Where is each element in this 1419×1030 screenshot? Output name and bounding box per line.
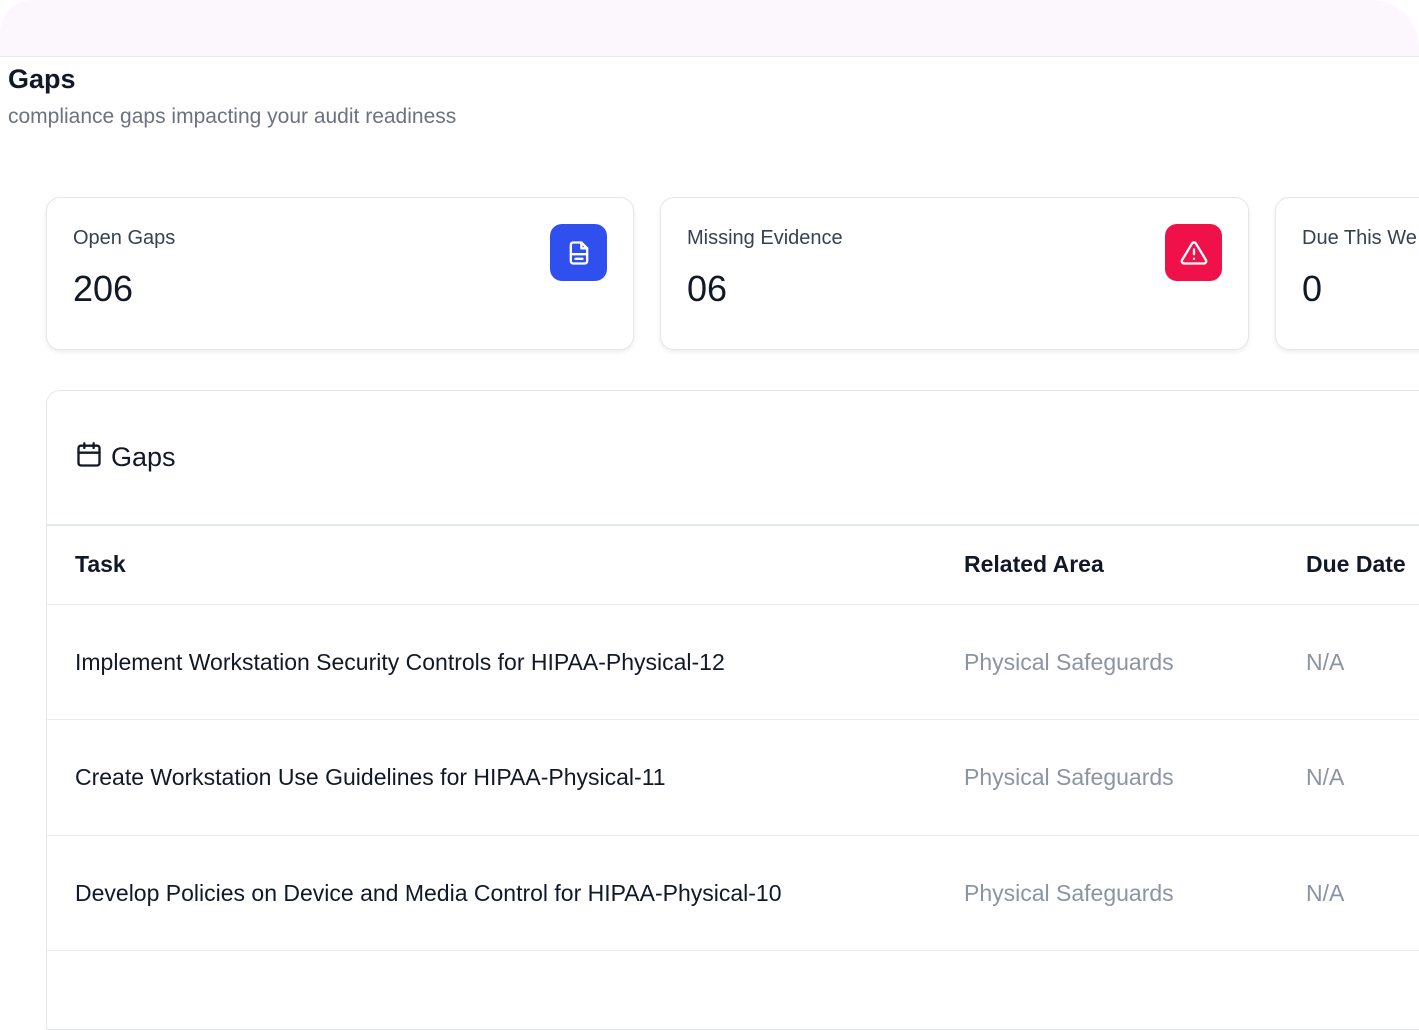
alert-triangle-icon: [1165, 224, 1222, 281]
gaps-panel-header: Gaps: [75, 441, 176, 474]
related-area-cell: Physical Safeguards: [964, 764, 1174, 790]
related-area-cell: Physical Safeguards: [964, 880, 1174, 906]
page-subtitle: compliance gaps impacting your audit rea…: [8, 105, 457, 128]
calendar-icon: [75, 441, 103, 474]
open-gaps-value: 206: [73, 268, 134, 309]
due-this-week-card: Due This We 0: [1275, 197, 1419, 350]
task-cell[interactable]: Create Workstation Use Guidelines for HI…: [75, 764, 666, 791]
table-divider: [47, 950, 1419, 951]
column-header-related-area[interactable]: Related Area: [964, 551, 1104, 578]
gaps-panel-title: Gaps: [111, 442, 176, 472]
document-icon: [550, 224, 607, 281]
task-cell[interactable]: Implement Workstation Security Controls …: [75, 649, 725, 676]
table-divider: [47, 719, 1419, 720]
missing-evidence-label: Missing Evidence: [687, 227, 843, 249]
gaps-panel: Gaps Task Related Area Due Date Implemen…: [46, 390, 1419, 1030]
task-cell[interactable]: Develop Policies on Device and Media Con…: [75, 880, 782, 907]
missing-evidence-card: Missing Evidence 06: [660, 197, 1249, 350]
due-this-week-label: Due This We: [1302, 227, 1417, 249]
open-gaps-label: Open Gaps: [73, 227, 176, 249]
top-bar: [0, 0, 1419, 57]
open-gaps-card: Open Gaps 206: [46, 197, 634, 350]
column-header-task[interactable]: Task: [75, 551, 126, 578]
missing-evidence-value: 06: [687, 268, 728, 309]
related-area-cell: Physical Safeguards: [964, 649, 1174, 675]
due-date-cell: N/A: [1306, 764, 1345, 790]
due-date-cell: N/A: [1306, 649, 1345, 675]
due-date-cell: N/A: [1306, 880, 1345, 906]
due-this-week-value: 0: [1302, 268, 1323, 309]
column-header-due-date[interactable]: Due Date: [1306, 551, 1406, 578]
page-title: Gaps: [8, 64, 76, 94]
table-divider: [47, 604, 1419, 605]
table-divider: [47, 835, 1419, 836]
panel-divider: [47, 524, 1419, 526]
